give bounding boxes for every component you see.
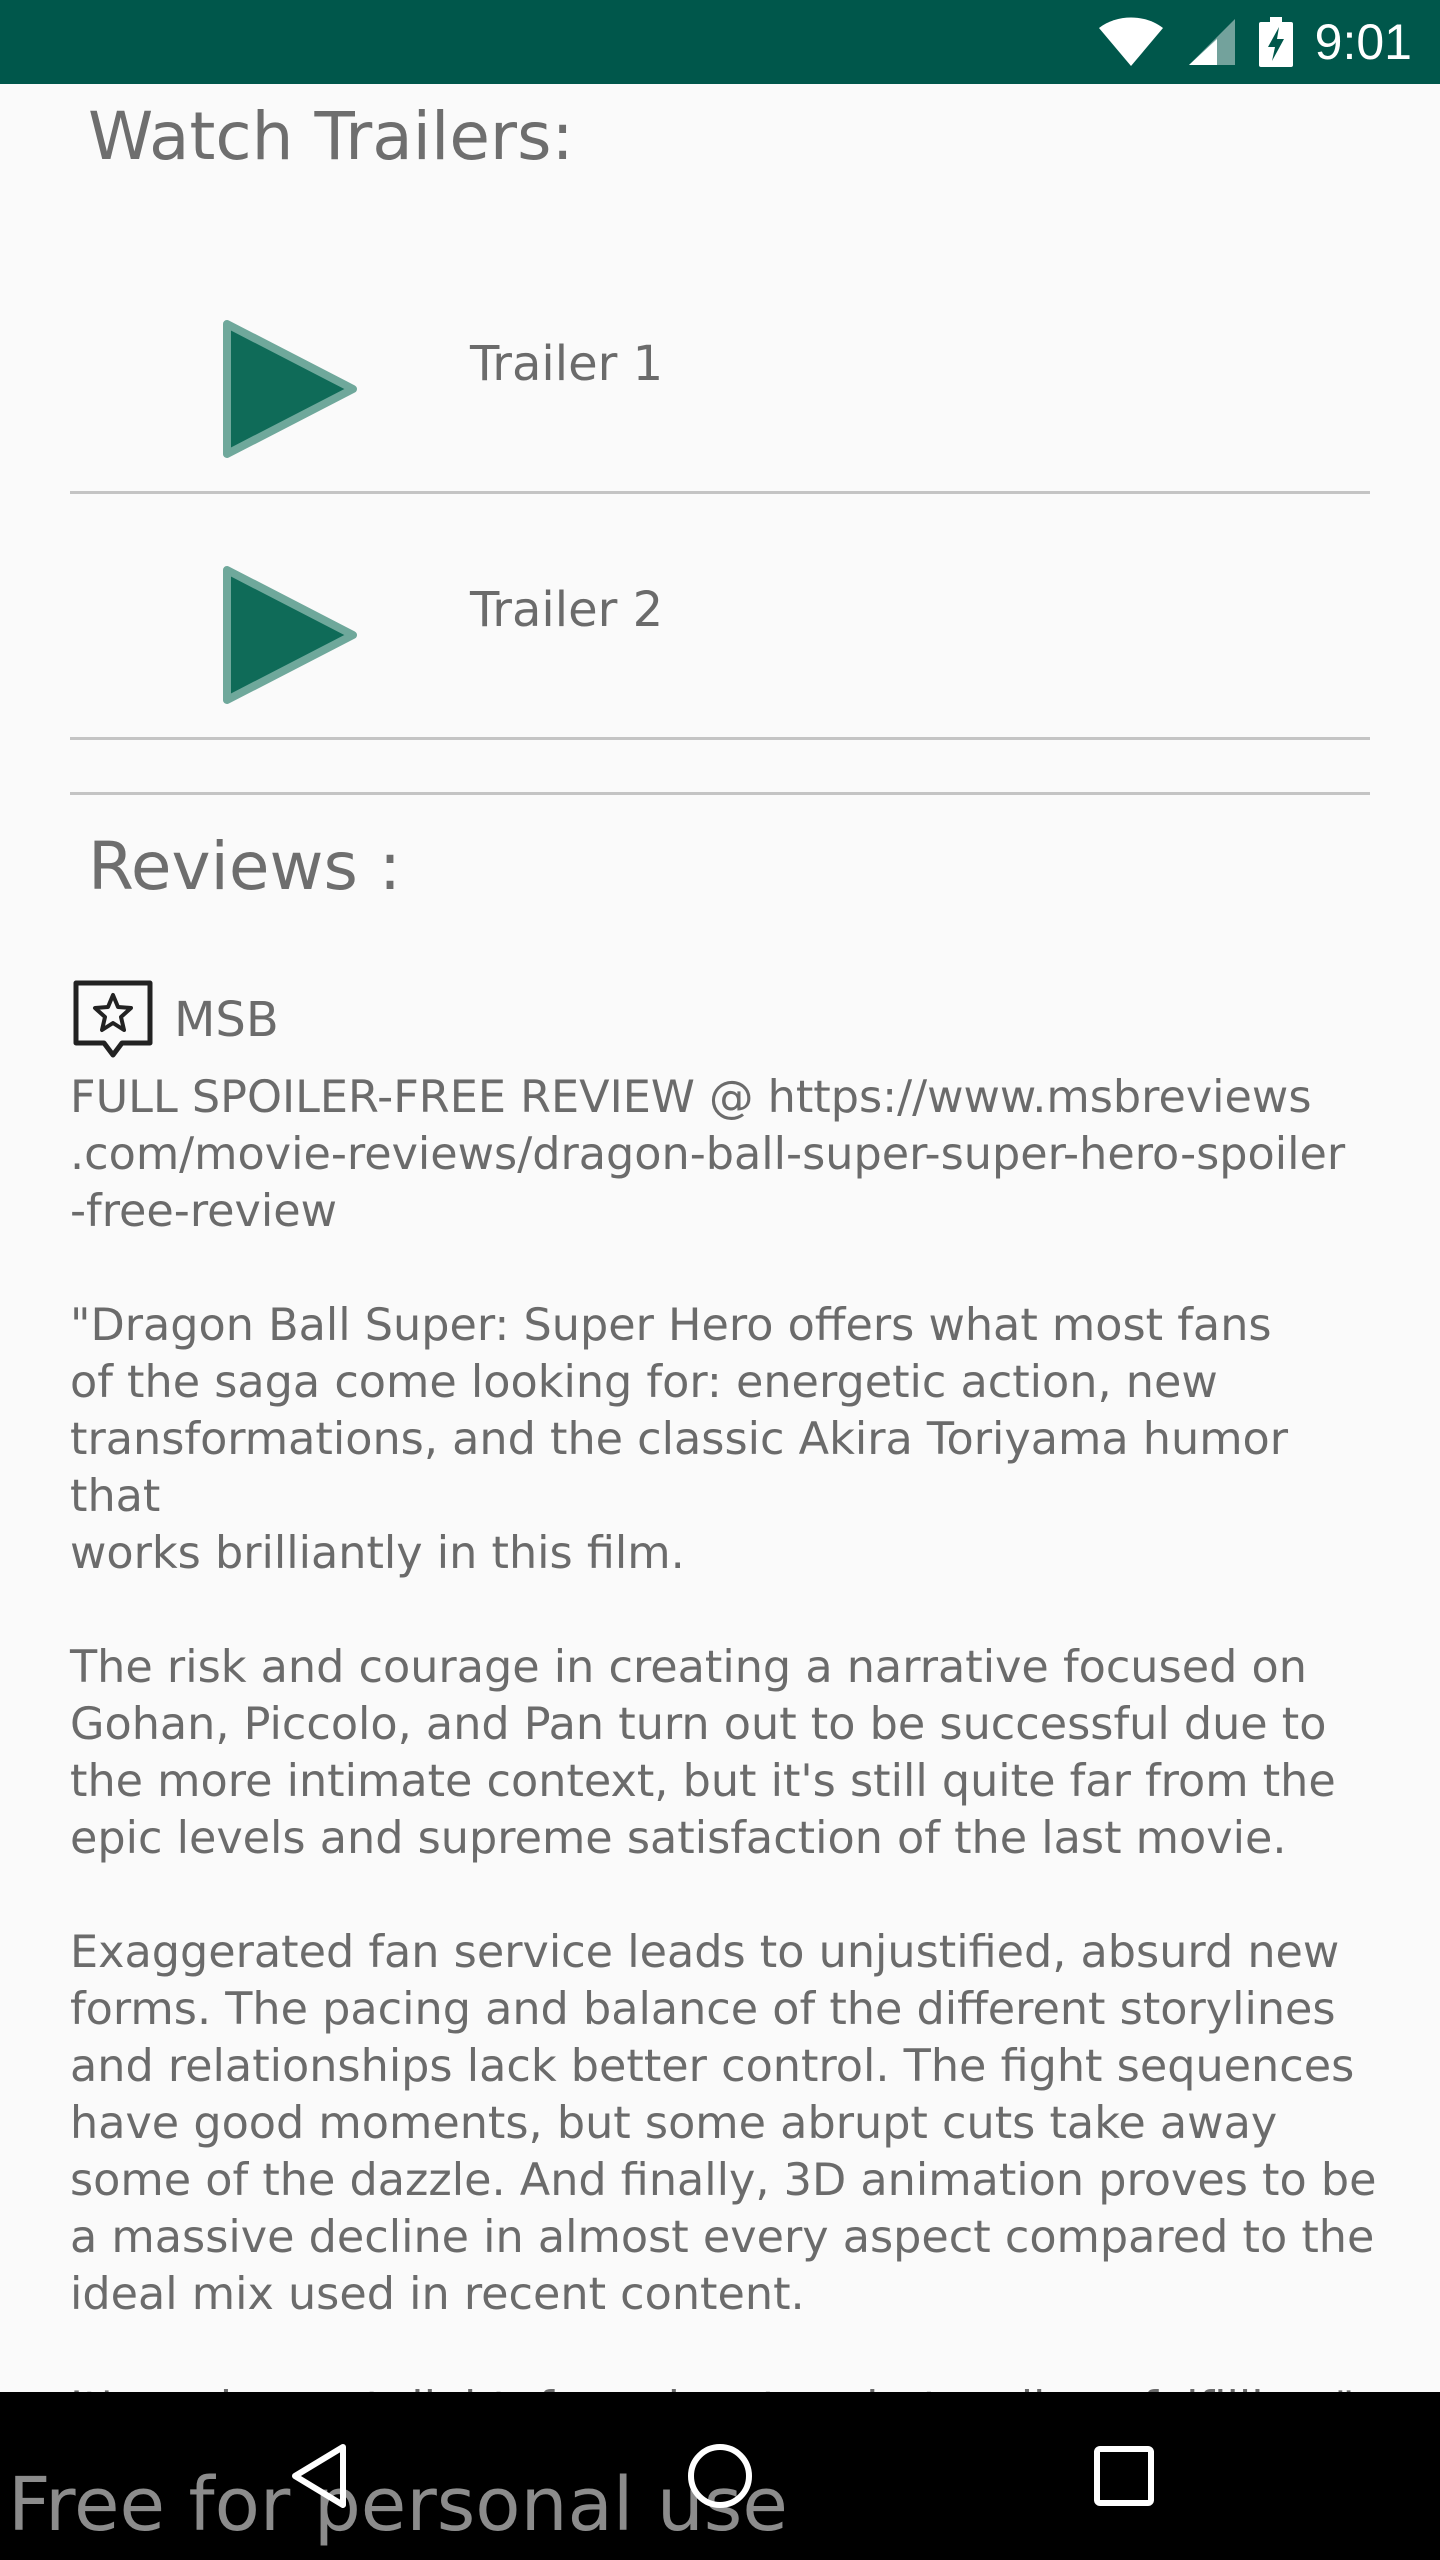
- watermark: Free for personal use: [8, 2462, 788, 2548]
- reviews-title: Reviews :: [88, 828, 402, 905]
- play-icon: [223, 320, 357, 458]
- recents-button[interactable]: [1074, 2426, 1174, 2526]
- trailer-label: Trailer 2: [470, 582, 664, 638]
- trailer-label: Trailer 1: [470, 336, 664, 392]
- review-content: FULL SPOILER-FREE REVIEW @ https://www.m…: [70, 1072, 1377, 2392]
- battery-charging-icon: [1258, 17, 1293, 67]
- review-star-icon: [73, 980, 153, 1058]
- review-author: MSB: [174, 992, 279, 1048]
- status-icons: 9:01: [1097, 10, 1412, 74]
- wifi-icon: [1098, 17, 1163, 66]
- status-bar: 9:01: [0, 0, 1440, 84]
- play-icon: [223, 566, 357, 704]
- section-divider: [70, 792, 1370, 795]
- movie-detail-content[interactable]: Watch Trailers: Trailer 1 Trailer 2 Revi…: [0, 84, 1440, 2392]
- trailer-item-1[interactable]: Trailer 1: [70, 250, 1370, 494]
- review-author-row: MSB: [70, 977, 279, 1063]
- recents-icon: [1094, 2446, 1154, 2506]
- trailers-title: Watch Trailers:: [88, 98, 574, 175]
- cell-signal-icon: [1188, 19, 1235, 65]
- trailer-item-2[interactable]: Trailer 2: [70, 496, 1370, 740]
- status-time: 9:01: [1314, 14, 1412, 70]
